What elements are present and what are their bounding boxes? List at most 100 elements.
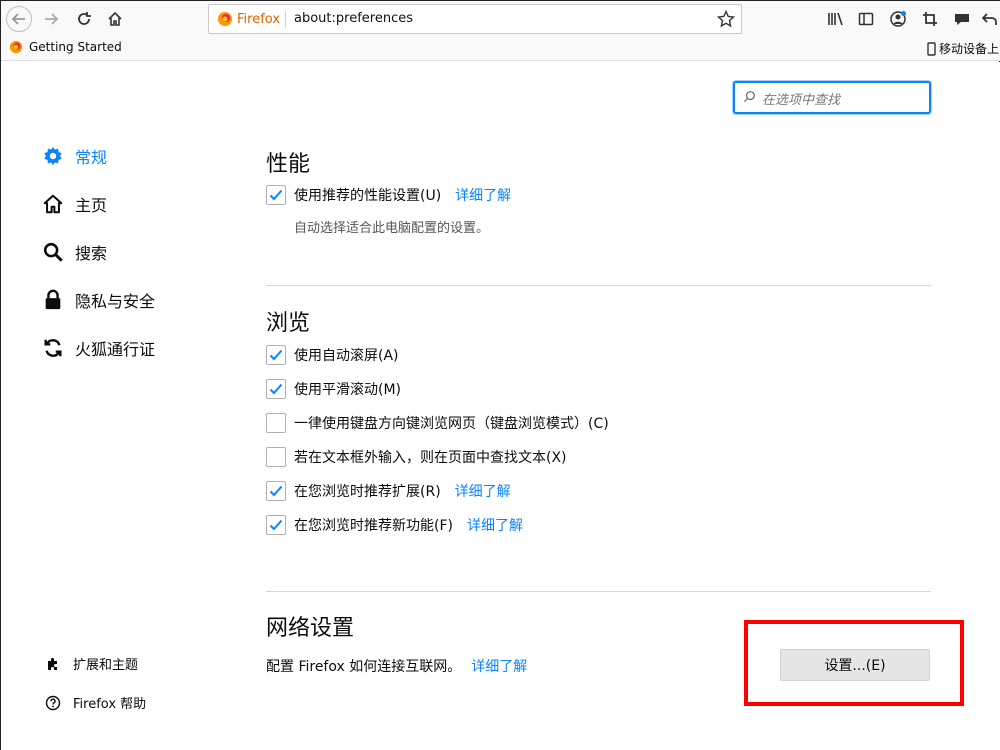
performance-description: 自动选择适合此电脑配置的设置。 (294, 221, 490, 236)
sidebar-item-label: 常规 (75, 148, 108, 167)
performance-learn-more-link[interactable]: 详细了解 (455, 185, 511, 205)
account-button[interactable] (886, 7, 910, 31)
sidebar-item-general[interactable]: 常规 (41, 144, 107, 168)
browsing-option-row: 使用平滑滚动(M) (266, 379, 401, 399)
extensions-themes-link[interactable]: 扩展和主题 (45, 654, 138, 673)
url-separator (285, 11, 286, 28)
browsing-option-row: 使用自动滚屏(A) (266, 345, 399, 365)
network-settings-label: 设置...(E) (824, 658, 886, 674)
help-icon (45, 695, 61, 710)
home-icon (41, 192, 65, 216)
checkmark-icon (269, 383, 283, 395)
forward-arrow-icon (45, 13, 59, 25)
autoscroll-checkbox[interactable] (266, 345, 286, 365)
reload-button[interactable] (72, 7, 96, 31)
url-text[interactable]: about:preferences (294, 11, 413, 26)
undo-button[interactable] (978, 7, 1000, 31)
sidebar-item-privacy[interactable]: 隐私与安全 (41, 288, 155, 312)
caret-browsing-label[interactable]: 一律使用键盘方向键浏览网页（键盘浏览模式）(C) (294, 413, 609, 433)
library-button[interactable] (824, 7, 848, 31)
caret-browsing-checkbox[interactable] (266, 413, 286, 433)
reload-icon (78, 12, 91, 25)
star-icon (717, 10, 735, 28)
browsing-title: 浏览 (266, 311, 311, 336)
recommended-performance-row: 使用推荐的性能设置(U) 详细了解 (266, 185, 511, 205)
sidebar-item-label: 搜索 (75, 244, 108, 263)
sidebar-item-search[interactable]: 搜索 (41, 240, 107, 264)
home-button[interactable] (103, 7, 127, 31)
mobile-bookmarks[interactable]: 移动设备上 (927, 40, 999, 57)
checkmark-icon (269, 189, 283, 201)
puzzle-piece-icon (48, 657, 57, 670)
sidebar-item-label: 火狐通行证 (75, 340, 156, 359)
identity-label: Firefox (237, 11, 281, 27)
find-as-you-type-checkbox[interactable] (266, 447, 286, 467)
sync-icon (41, 336, 65, 360)
chat-button[interactable] (950, 7, 974, 31)
preferences-page: 在选项中查找 常规 主页 搜索 隐私与安全 火狐通行证 扩展和主题 Firefo… (1, 62, 1000, 750)
home-icon (108, 11, 122, 26)
extensions-learn-more-link[interactable]: 详细了解 (455, 481, 511, 501)
extensions-themes-label: 扩展和主题 (73, 658, 139, 673)
firefox-logo-icon (218, 12, 232, 26)
autoscroll-label[interactable]: 使用自动滚屏(A) (294, 345, 399, 365)
search-placeholder: 在选项中查找 (762, 93, 841, 108)
firefox-help-link[interactable]: Firefox 帮助 (45, 693, 146, 712)
performance-title: 性能 (266, 152, 311, 177)
search-icon (41, 240, 65, 264)
network-title: 网络设置 (266, 616, 355, 641)
sidebar-item-label: 主页 (75, 196, 108, 215)
recommended-performance-checkbox[interactable] (266, 185, 286, 205)
checkmark-icon (269, 485, 283, 497)
network-settings-button[interactable]: 设置...(E) (780, 649, 930, 681)
gear-icon (41, 144, 65, 168)
back-arrow-icon (11, 13, 25, 25)
firefox-logo-icon (9, 40, 23, 54)
recommend-extensions-checkbox[interactable] (266, 481, 286, 501)
network-description-row: 配置 Firefox 如何连接互联网。 详细了解 (266, 656, 527, 676)
identity-box[interactable]: Firefox (217, 11, 280, 27)
recommend-features-checkbox[interactable] (266, 515, 286, 535)
section-divider (266, 591, 931, 592)
checkmark-icon (269, 519, 283, 531)
recommend-extensions-label[interactable]: 在您浏览时推荐扩展(R) (294, 481, 441, 501)
network-description: 配置 Firefox 如何连接互联网。 (266, 659, 462, 675)
chat-bubble-icon (955, 14, 969, 25)
navigation-toolbar: Firefox about:preferences (1, 1, 1000, 37)
recommended-performance-label[interactable]: 使用推荐的性能设置(U) (294, 185, 441, 205)
features-learn-more-link[interactable]: 详细了解 (467, 515, 523, 535)
library-icon (828, 12, 843, 26)
bookmark-label: Getting Started (29, 40, 122, 54)
bookmark-getting-started[interactable]: Getting Started (9, 40, 122, 54)
smooth-scroll-checkbox[interactable] (266, 379, 286, 399)
checkmark-icon (269, 349, 283, 361)
url-bar[interactable]: Firefox about:preferences (208, 4, 742, 34)
browsing-option-row: 在您浏览时推荐扩展(R) 详细了解 (266, 481, 511, 501)
account-icon (890, 11, 906, 27)
find-as-you-type-label[interactable]: 若在文本框外输入，则在页面中查找文本(X) (294, 447, 567, 467)
sidebar-item-sync[interactable]: 火狐通行证 (41, 336, 155, 360)
undo-arrow-icon (982, 13, 997, 25)
sidebar-item-label: 隐私与安全 (75, 292, 156, 311)
smooth-scroll-label[interactable]: 使用平滑滚动(M) (294, 379, 401, 399)
search-icon (743, 91, 755, 103)
firefox-help-label: Firefox 帮助 (73, 697, 147, 712)
lock-icon (41, 288, 65, 312)
forward-button[interactable] (39, 7, 63, 31)
screenshot-button[interactable] (918, 7, 942, 31)
sidebar-item-home[interactable]: 主页 (41, 192, 107, 216)
mobile-device-icon (927, 41, 936, 56)
browsing-option-row: 一律使用键盘方向键浏览网页（键盘浏览模式）(C) (266, 413, 609, 433)
mobile-bookmarks-label: 移动设备上 (938, 42, 999, 56)
sidebar-button[interactable] (854, 7, 878, 31)
crop-icon (923, 12, 937, 26)
recommend-features-label[interactable]: 在您浏览时推荐新功能(F) (294, 515, 453, 535)
preferences-search-input[interactable]: 在选项中查找 (733, 81, 931, 114)
bookmark-star-button[interactable] (715, 8, 737, 30)
network-learn-more-link[interactable]: 详细了解 (471, 656, 527, 676)
section-divider (266, 285, 931, 286)
sidebar-icon (858, 12, 874, 26)
bookmarks-toolbar: Getting Started 移动设备上 (1, 37, 1000, 61)
browsing-option-row: 在您浏览时推荐新功能(F) 详细了解 (266, 515, 523, 535)
back-button[interactable] (6, 6, 32, 32)
